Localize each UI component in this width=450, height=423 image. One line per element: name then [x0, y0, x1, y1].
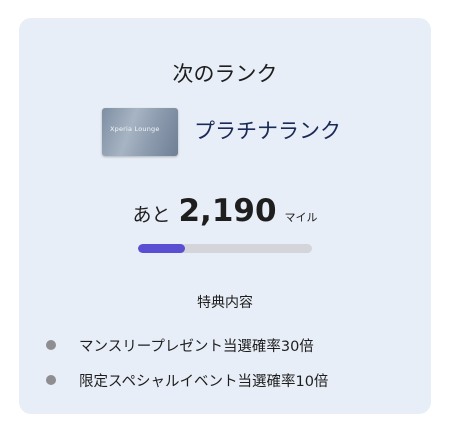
remaining-miles-value: 2,190: [178, 193, 277, 229]
card-title: 次のランク: [172, 62, 278, 86]
benefits-heading: 特典内容: [197, 295, 253, 311]
remaining-prefix: あと: [132, 204, 171, 226]
rank-name: プラチナランク: [194, 119, 341, 143]
bullet-icon: [46, 340, 56, 350]
platinum-card-image: Xperia Lounge: [102, 108, 178, 156]
next-rank-card: 次のランク Xperia Lounge プラチナランク あと 2,190 マイル 特…: [19, 18, 431, 414]
card-image-label: Xperia Lounge: [110, 125, 160, 133]
benefit-text: 限定スペシャルイベント当選確率10倍: [79, 374, 329, 390]
bullet-icon: [46, 375, 56, 385]
benefit-text: マンスリープレゼント当選確率30倍: [79, 339, 314, 355]
rank-progress-bar: [138, 244, 312, 253]
rank-progress-fill: [138, 244, 185, 253]
miles-unit: マイル: [284, 211, 318, 224]
remaining-miles: あと 2,190 マイル: [19, 193, 431, 233]
